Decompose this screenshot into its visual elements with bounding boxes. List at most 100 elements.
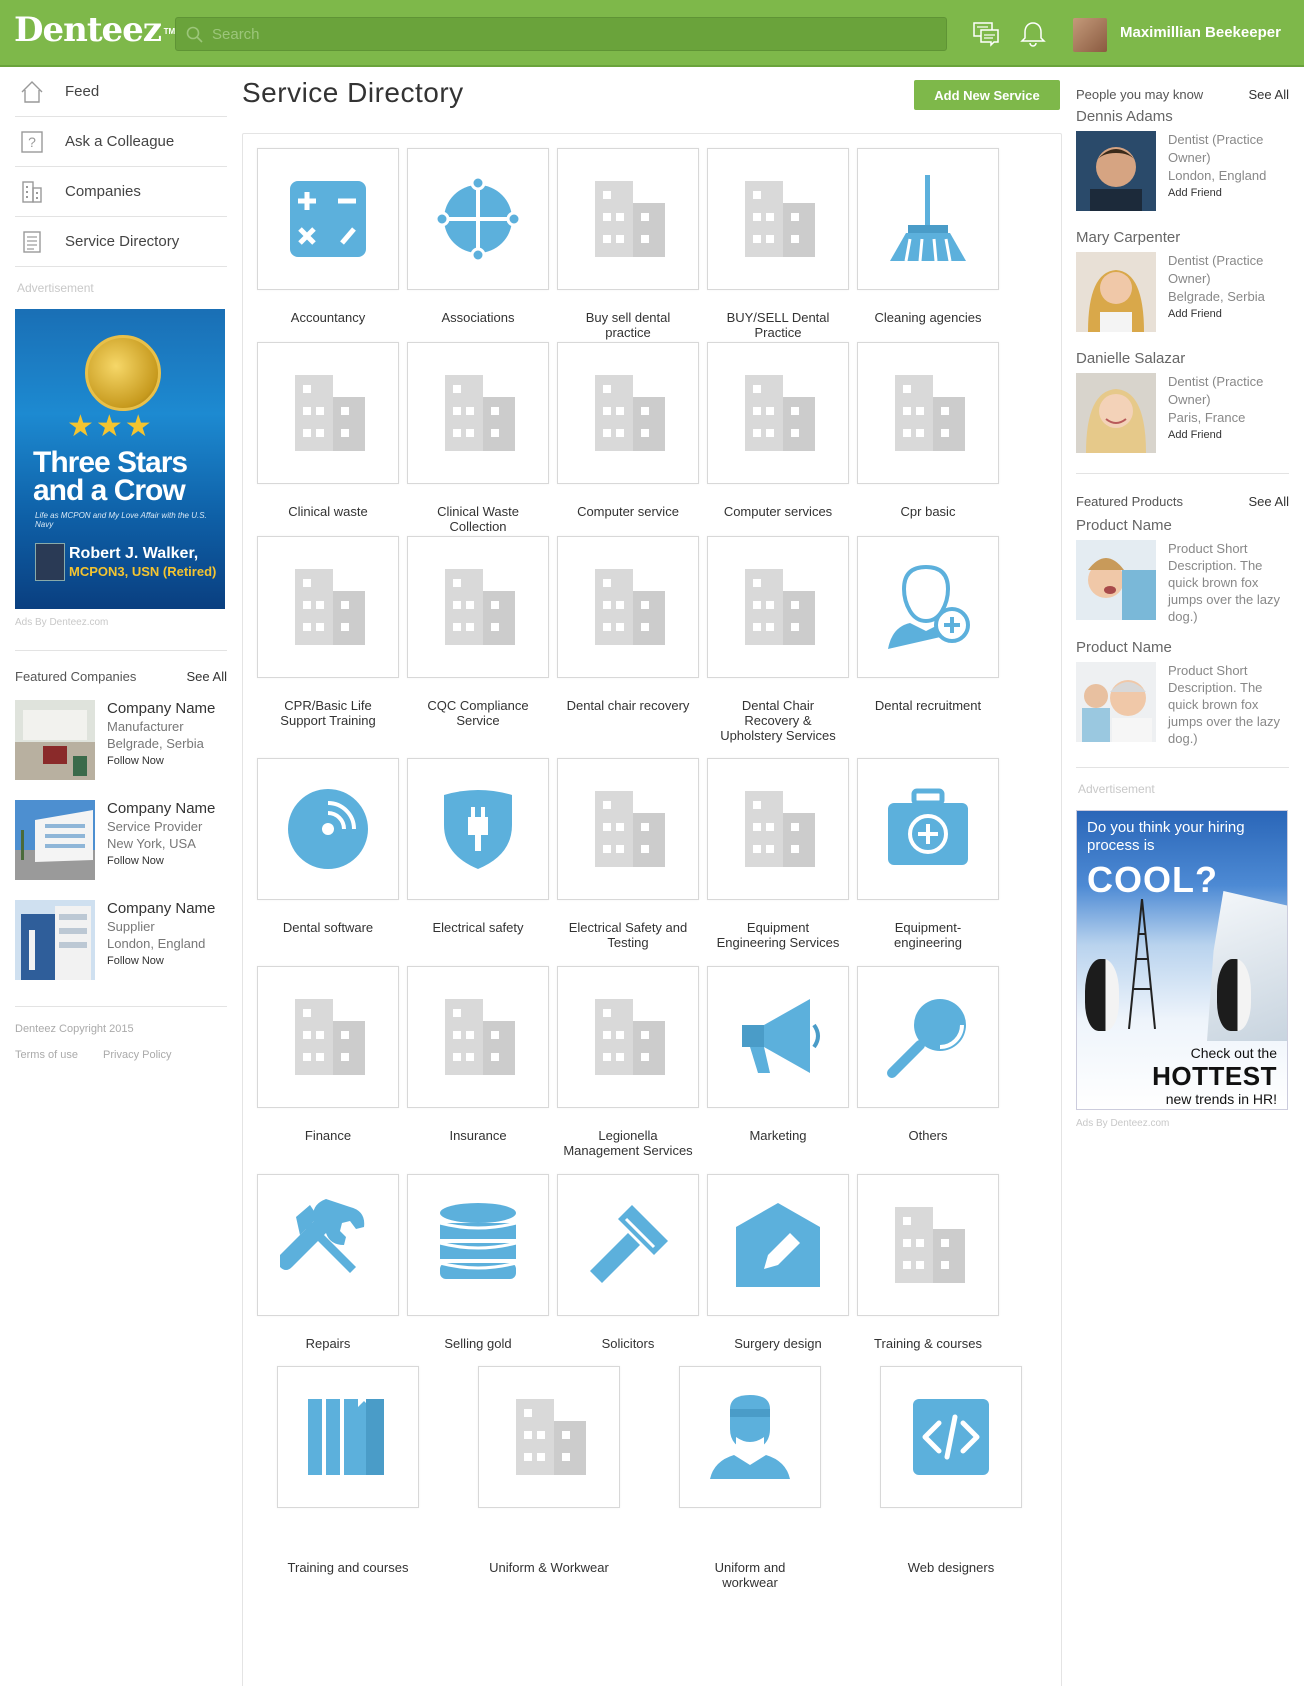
- add-friend-link[interactable]: Add Friend: [1168, 429, 1289, 441]
- nav-service-directory[interactable]: Service Directory: [15, 217, 227, 267]
- search-box[interactable]: [175, 17, 947, 51]
- service-label[interactable]: Computer service: [557, 504, 699, 519]
- service-card[interactable]: Associations: [407, 148, 549, 325]
- service-label[interactable]: Insurance: [407, 1128, 549, 1143]
- product-name[interactable]: Product Name: [1076, 639, 1289, 656]
- service-tile[interactable]: [407, 342, 549, 484]
- messages-icon[interactable]: [972, 20, 1002, 48]
- service-label[interactable]: Associations: [407, 310, 549, 325]
- service-label[interactable]: Marketing: [707, 1128, 849, 1143]
- add-friend-link[interactable]: Add Friend: [1168, 308, 1289, 320]
- service-tile[interactable]: [857, 1174, 999, 1316]
- service-tile[interactable]: [557, 342, 699, 484]
- ads-by-label[interactable]: Ads By Denteez.com: [1076, 1118, 1289, 1129]
- service-tile[interactable]: [407, 758, 549, 900]
- service-card[interactable]: Uniform & Workwear: [478, 1366, 620, 1575]
- service-tile[interactable]: [707, 1174, 849, 1316]
- service-card[interactable]: Cleaning agencies: [857, 148, 999, 325]
- service-label[interactable]: Electrical Safety and Testing: [557, 920, 699, 950]
- service-label[interactable]: Web designers: [880, 1560, 1022, 1575]
- service-tile[interactable]: [707, 148, 849, 290]
- person-name[interactable]: Dennis Adams: [1076, 108, 1289, 125]
- service-tile[interactable]: [557, 758, 699, 900]
- service-card[interactable]: Clinical waste: [257, 342, 399, 519]
- privacy-link[interactable]: Privacy Policy: [103, 1049, 171, 1061]
- service-tile[interactable]: [857, 966, 999, 1108]
- products-see-all-link[interactable]: See All: [1249, 494, 1289, 509]
- service-tile[interactable]: [707, 966, 849, 1108]
- service-tile[interactable]: [257, 148, 399, 290]
- nav-ask-colleague[interactable]: ? Ask a Colleague: [15, 117, 227, 167]
- service-card[interactable]: Equipment Engineering Services: [707, 758, 849, 950]
- person-card[interactable]: Dentist (Practice Owner) London, England…: [1076, 131, 1289, 211]
- book-advertisement[interactable]: ★★★ Three Stars and a Crow Life as MCPON…: [15, 309, 225, 609]
- product-name[interactable]: Product Name: [1076, 517, 1289, 534]
- service-label[interactable]: Solicitors: [557, 1336, 699, 1351]
- service-label[interactable]: Clinical waste: [257, 504, 399, 519]
- service-tile[interactable]: [257, 536, 399, 678]
- product-card[interactable]: Product Short Description. The quick bro…: [1076, 540, 1289, 625]
- service-card[interactable]: Legionella Management Services: [557, 966, 699, 1158]
- service-tile[interactable]: [857, 758, 999, 900]
- service-card[interactable]: Repairs: [257, 1174, 399, 1351]
- service-card[interactable]: Training and courses: [277, 1366, 419, 1575]
- service-label[interactable]: Training & courses: [857, 1336, 999, 1351]
- service-label[interactable]: Finance: [257, 1128, 399, 1143]
- service-tile[interactable]: [557, 148, 699, 290]
- follow-now-link[interactable]: Follow Now: [107, 855, 215, 867]
- service-card[interactable]: Uniform and workwear: [679, 1366, 821, 1590]
- service-label[interactable]: Legionella Management Services: [557, 1128, 699, 1158]
- service-label[interactable]: Uniform & Workwear: [478, 1560, 620, 1575]
- service-tile[interactable]: [277, 1366, 419, 1508]
- service-tile[interactable]: [880, 1366, 1022, 1508]
- service-card[interactable]: CPR/Basic Life Support Training: [257, 536, 399, 728]
- service-label[interactable]: Surgery design: [707, 1336, 849, 1351]
- service-card[interactable]: Cpr basic: [857, 342, 999, 519]
- service-tile[interactable]: [857, 148, 999, 290]
- add-friend-link[interactable]: Add Friend: [1168, 187, 1289, 199]
- service-card[interactable]: Marketing: [707, 966, 849, 1143]
- service-label[interactable]: Dental Chair Recovery & Upholstery Servi…: [707, 698, 849, 743]
- add-new-service-button[interactable]: Add New Service: [914, 80, 1060, 110]
- service-label[interactable]: CQC Compliance Service: [407, 698, 549, 728]
- service-tile[interactable]: [557, 536, 699, 678]
- service-card[interactable]: Electrical Safety and Testing: [557, 758, 699, 950]
- service-card[interactable]: Clinical Waste Collection: [407, 342, 549, 534]
- service-label[interactable]: Accountancy: [257, 310, 399, 325]
- service-label[interactable]: Electrical safety: [407, 920, 549, 935]
- nav-companies[interactable]: Companies: [15, 167, 227, 217]
- service-card[interactable]: Accountancy: [257, 148, 399, 325]
- service-label[interactable]: Computer services: [707, 504, 849, 519]
- service-label[interactable]: Uniform and workwear: [679, 1560, 821, 1590]
- service-label[interactable]: Equipment Engineering Services: [707, 920, 849, 950]
- service-tile[interactable]: [257, 758, 399, 900]
- follow-now-link[interactable]: Follow Now: [107, 955, 215, 967]
- company-name[interactable]: Company Name: [107, 800, 215, 817]
- service-label[interactable]: BUY/SELL Dental Practice: [707, 310, 849, 340]
- service-card[interactable]: CQC Compliance Service: [407, 536, 549, 728]
- person-card[interactable]: Dentist (Practice Owner) Belgrade, Serbi…: [1076, 252, 1289, 332]
- person-card[interactable]: Dentist (Practice Owner) Paris, France A…: [1076, 373, 1289, 453]
- company-card[interactable]: Company Name Service Provider New York, …: [15, 800, 227, 884]
- service-tile[interactable]: [407, 966, 549, 1108]
- service-tile[interactable]: [257, 966, 399, 1108]
- search-input[interactable]: [212, 18, 912, 50]
- service-card[interactable]: Selling gold: [407, 1174, 549, 1351]
- service-tile[interactable]: [478, 1366, 620, 1508]
- service-card[interactable]: Others: [857, 966, 999, 1143]
- user-avatar[interactable]: [1073, 18, 1107, 52]
- service-tile[interactable]: [557, 966, 699, 1108]
- service-card[interactable]: Training & courses: [857, 1174, 999, 1351]
- service-tile[interactable]: [557, 1174, 699, 1316]
- user-name[interactable]: Maximillian Beekeeper: [1120, 24, 1281, 41]
- service-card[interactable]: Buy sell dental practice: [557, 148, 699, 340]
- person-name[interactable]: Mary Carpenter: [1076, 229, 1289, 246]
- service-label[interactable]: Others: [857, 1128, 999, 1143]
- service-label[interactable]: Equipment-engineering: [857, 920, 999, 950]
- person-name[interactable]: Danielle Salazar: [1076, 350, 1289, 367]
- service-card[interactable]: Insurance: [407, 966, 549, 1143]
- bell-icon[interactable]: [1018, 20, 1048, 48]
- service-card[interactable]: Equipment-engineering: [857, 758, 999, 950]
- hr-advertisement[interactable]: Do you think your hiring process is COOL…: [1076, 810, 1288, 1110]
- service-tile[interactable]: [679, 1366, 821, 1508]
